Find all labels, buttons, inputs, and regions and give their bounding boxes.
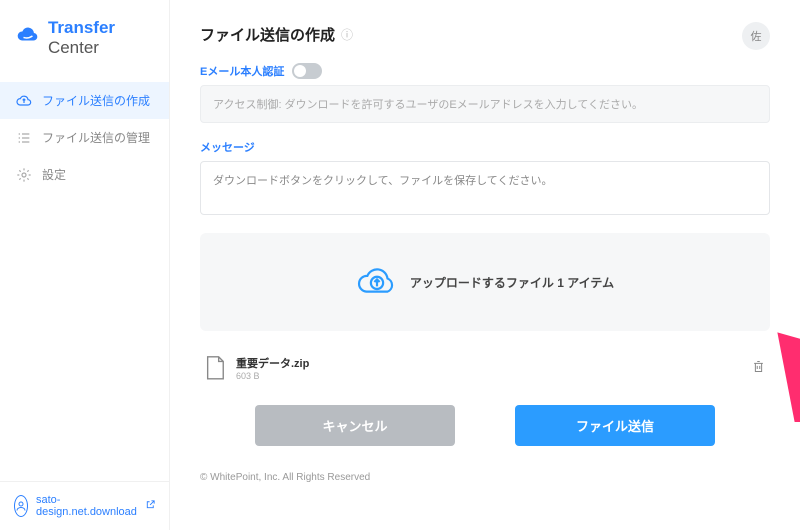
file-size: 603 B [236,371,741,381]
user-box[interactable]: sato-design.net.download [0,481,169,530]
file-row: 重要データ.zip 603 B [200,353,770,395]
page-title: ファイル送信の作成 [200,24,335,45]
sidebar-item-settings[interactable]: 設定 [0,156,169,193]
file-icon [204,355,226,381]
cloud-upload-large-icon [356,261,398,303]
info-icon[interactable]: ⓘ [341,26,353,43]
email-auth-label: Eメール本人認証 [200,63,770,79]
user-domain: sato-design.net.download [36,494,137,518]
file-info: 重要データ.zip 603 B [236,355,741,381]
profile-avatar[interactable]: 佐 [742,22,770,50]
user-avatar-icon [14,495,28,517]
sidebar-item-create[interactable]: ファイル送信の作成 [0,82,169,119]
sidebar: Transfer Center ファイル送信の作成 ファイル送信の管理 設定 [0,0,170,530]
page-header: ファイル送信の作成 ⓘ [200,24,770,45]
message-textarea[interactable]: ダウンロードボタンをクリックして、ファイルを保存してください。 [200,161,770,215]
cloud-upload-icon [16,93,32,109]
cloud-logo-icon [16,24,40,52]
gear-icon [16,167,32,183]
upload-text: アップロードするファイル 1 アイテム [410,274,614,291]
external-link-icon [145,499,156,513]
nav: ファイル送信の作成 ファイル送信の管理 設定 [0,74,169,481]
submit-button[interactable]: ファイル送信 [515,405,715,446]
main: 佐 ファイル送信の作成 ⓘ Eメール本人認証 アクセス制御: ダウンロードを許可… [170,0,800,530]
upload-dropzone[interactable]: アップロードするファイル 1 アイテム [200,233,770,331]
cancel-button[interactable]: キャンセル [255,405,455,446]
email-input: アクセス制御: ダウンロードを許可するユーザのEメールアドレスを入力してください… [200,85,770,123]
logo-text: Transfer Center [48,18,153,58]
button-row: キャンセル ファイル送信 [200,395,770,454]
message-label: メッセージ [200,139,770,155]
sidebar-item-label: 設定 [42,166,66,183]
file-name: 重要データ.zip [236,355,741,371]
sidebar-item-manage[interactable]: ファイル送信の管理 [0,119,169,156]
email-auth-toggle[interactable] [292,63,322,79]
trash-icon[interactable] [751,359,766,377]
logo: Transfer Center [0,0,169,74]
sidebar-item-label: ファイル送信の管理 [42,129,150,146]
sidebar-item-label: ファイル送信の作成 [42,92,150,109]
list-icon [16,130,32,146]
footer-copyright: © WhitePoint, Inc. All Rights Reserved [200,454,770,483]
